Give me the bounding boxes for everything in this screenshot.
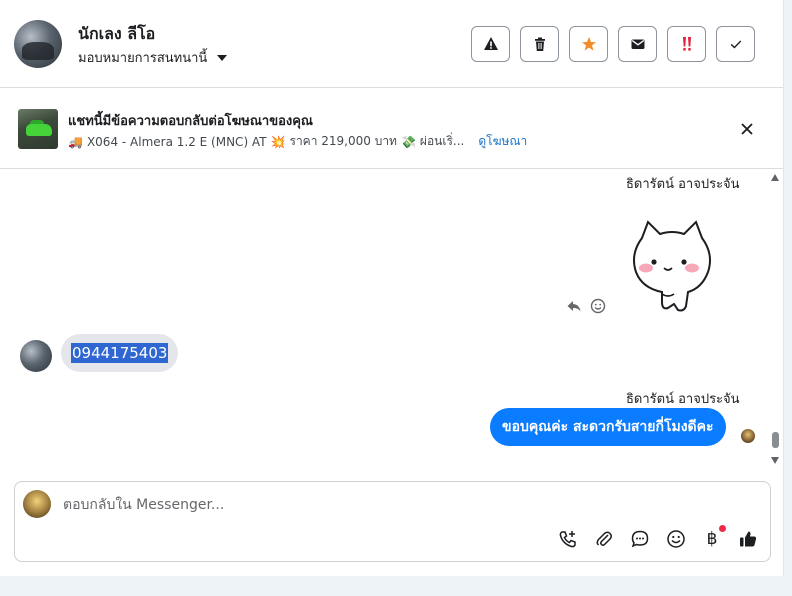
cat-sticker[interactable]	[628, 216, 716, 316]
ad-banner-title: แชทนี้มีข้อความตอบกลับต่อโฆษณาของคุณ	[68, 114, 313, 129]
ad-installment: ผ่อนเริ่...	[419, 134, 465, 148]
reply-icon[interactable]	[566, 298, 582, 314]
scroll-up-arrow[interactable]	[771, 174, 779, 181]
composer-tools: ฿	[557, 525, 759, 550]
mark-unread-button[interactable]	[618, 26, 657, 62]
mail-icon	[631, 39, 644, 49]
contact-name[interactable]: นักเลง ลีโอ	[78, 22, 155, 47]
thumbs-up-icon[interactable]	[737, 528, 759, 550]
notification-dot	[719, 525, 726, 532]
outgoing-message[interactable]: ขอบคุณค่ะ สะดวกรับสายกี่โมงดีคะ	[490, 408, 726, 446]
trash-icon	[534, 37, 545, 51]
double-exclamation-icon	[682, 37, 691, 51]
warning-icon	[483, 37, 498, 50]
incoming-message[interactable]: 0944175403	[61, 334, 179, 372]
scrollbar-thumb[interactable]	[772, 432, 779, 448]
call-add-icon[interactable]	[557, 528, 579, 550]
emoji-icon[interactable]	[665, 528, 687, 550]
conversation-header: นักเลง ลีโอ มอบหมายการสนทนานี้	[0, 0, 783, 88]
message-thread[interactable]: ธิดารัตน์ อาจประจัน 0944175403 ธิดารัตน์…	[0, 170, 783, 470]
view-ad-link[interactable]: ดูโฆษณา	[478, 132, 527, 151]
assign-dropdown[interactable]: มอบหมายการสนทนานี้	[78, 47, 228, 68]
sender-name: ธิดารัตน์ อาจประจัน	[626, 392, 740, 407]
seen-avatar	[741, 429, 755, 443]
sender-name: ธิดารัตน์ อาจประจัน	[626, 177, 740, 192]
spam-button[interactable]	[471, 26, 510, 62]
bottom-edge	[0, 576, 792, 596]
right-edge	[784, 0, 792, 596]
ad-model: X064 - Almera 1.2 E (MNC) AT	[86, 134, 267, 149]
ad-thumbnail[interactable]	[18, 109, 58, 149]
payment-icon[interactable]: ฿	[701, 525, 726, 550]
baht-symbol: ฿	[706, 529, 718, 549]
assign-label: มอบหมายการสนทนานี้	[78, 51, 208, 66]
follow-up-button[interactable]	[667, 26, 706, 62]
saved-replies-icon[interactable]	[629, 528, 651, 550]
reply-composer: ฿	[14, 481, 771, 562]
message-text: 0944175403	[71, 343, 169, 363]
boom-icon: 💥	[270, 134, 286, 149]
truck-icon: 🚚	[68, 134, 83, 149]
star-button[interactable]	[569, 26, 608, 62]
contact-avatar-small[interactable]	[20, 340, 52, 372]
contact-avatar[interactable]	[14, 20, 62, 68]
done-button[interactable]	[716, 26, 755, 62]
conversation-panel: นักเลง ลีโอ มอบหมายการสนทนานี้ แชทนี้มีข…	[0, 0, 784, 576]
ad-price: ราคา 219,000 บาท	[289, 134, 397, 148]
caret-down-icon	[217, 54, 228, 61]
reply-input[interactable]	[63, 494, 743, 516]
close-icon[interactable]	[737, 119, 757, 139]
my-avatar	[23, 490, 51, 518]
delete-button[interactable]	[520, 26, 559, 62]
ad-reply-banner: แชทนี้มีข้อความตอบกลับต่อโฆษณาของคุณ 🚚 X…	[0, 89, 783, 169]
message-actions	[566, 298, 606, 314]
header-actions	[471, 26, 755, 62]
react-icon[interactable]	[590, 298, 606, 314]
ad-description: 🚚 X064 - Almera 1.2 E (MNC) AT 💥 ราคา 21…	[68, 132, 527, 151]
scroll-down-arrow[interactable]	[771, 457, 779, 464]
check-icon	[730, 40, 741, 49]
star-icon	[581, 37, 596, 51]
money-icon: 💸	[400, 134, 416, 149]
attachment-icon[interactable]	[593, 528, 615, 550]
